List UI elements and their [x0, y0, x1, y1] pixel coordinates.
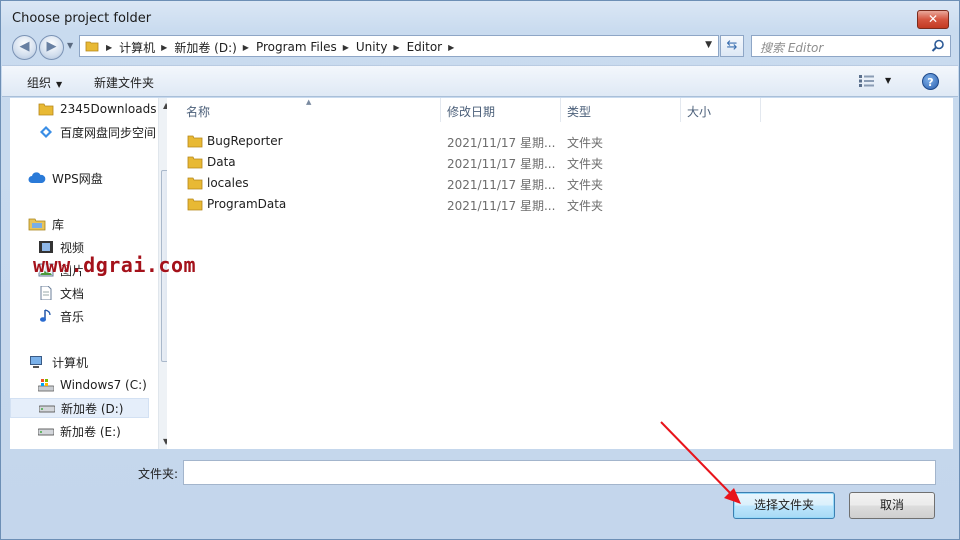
breadcrumb-drive-d[interactable]: 新加卷 (D:)	[174, 39, 236, 56]
nav-item-documents[interactable]: 文档	[38, 283, 84, 303]
view-options-dropdown[interactable]: ▼	[885, 76, 891, 85]
recent-locations-dropdown[interactable]: ▼	[67, 41, 73, 50]
music-icon	[40, 309, 51, 322]
file-type: 文件夹	[567, 199, 604, 213]
cloud-icon	[28, 172, 46, 183]
nav-item-label: Windows7 (C:)	[60, 378, 147, 392]
arrow-left-icon: ◀	[19, 39, 30, 54]
column-header-type[interactable]: 类型	[561, 98, 681, 122]
nav-item-2345downloads[interactable]: 2345Downloads	[38, 99, 156, 119]
nav-item-label: 文档	[60, 286, 85, 301]
file-date: 2021/11/17 星期...	[447, 157, 556, 171]
nav-item-computer[interactable]: 计算机	[28, 352, 88, 372]
breadcrumb-program-files[interactable]: Program Files	[256, 40, 337, 54]
nav-item-music[interactable]: 音乐	[38, 306, 84, 326]
file-date: 2021/11/17 星期...	[447, 178, 556, 192]
cancel-button[interactable]: 取消	[849, 492, 935, 519]
nav-item-label: 库	[52, 217, 65, 232]
file-date: 2021/11/17 星期...	[447, 136, 556, 150]
table-row[interactable]: ProgramData 2021/11/17 星期... 文件夹	[167, 194, 953, 215]
document-icon	[40, 286, 52, 300]
breadcrumb: ▶ 计算机 ▶ 新加卷 (D:) ▶ Program Files ▶ Unity…	[104, 39, 461, 55]
title-bar[interactable]: Choose project folder ✕	[1, 1, 959, 33]
chevron-down-icon: ▼	[56, 80, 63, 89]
nav-item-drive-d[interactable]: 新加卷 (D:)	[10, 398, 149, 418]
nav-item-baidu-sync[interactable]: 百度网盘同步空间	[38, 122, 156, 142]
back-button[interactable]: ◀	[12, 35, 37, 60]
chevron-right-icon[interactable]: ▶	[448, 43, 454, 52]
folder-icon	[38, 103, 54, 116]
refresh-button[interactable]: ⇆	[720, 35, 744, 57]
watermark-text: www.dgrai.com	[33, 253, 197, 277]
annotation-arrow	[660, 421, 741, 504]
arrow-right-icon: ▶	[46, 39, 57, 54]
library-icon	[28, 218, 46, 231]
file-type: 文件夹	[567, 178, 604, 192]
breadcrumb-unity[interactable]: Unity	[356, 40, 388, 54]
nav-item-label: WPS网盘	[52, 171, 103, 186]
address-bar[interactable]: ▶ 计算机 ▶ 新加卷 (D:) ▶ Program Files ▶ Unity…	[79, 35, 719, 57]
video-icon	[39, 241, 53, 253]
search-placeholder: 搜索 Editor	[760, 41, 824, 55]
drive-icon	[39, 405, 55, 413]
chevron-down-icon[interactable]: ▼	[705, 40, 712, 50]
search-icon[interactable]	[931, 39, 945, 53]
table-row[interactable]: Data 2021/11/17 星期... 文件夹	[167, 152, 953, 173]
chevron-right-icon[interactable]: ▶	[393, 43, 399, 52]
drive-icon	[38, 428, 54, 436]
organize-menu-button[interactable]: 组织 ▼	[27, 74, 62, 91]
close-button[interactable]: ✕	[917, 10, 949, 29]
folder-icon	[187, 177, 203, 190]
folder-icon	[187, 156, 203, 169]
dialog-window: Choose project folder ✕ ◀ ▶ ▼ ▶ 计算机 ▶ 新加…	[0, 0, 960, 540]
folder-icon	[187, 198, 203, 211]
folder-field-label: 文件夹:	[138, 467, 179, 481]
folder-field[interactable]	[183, 460, 936, 485]
column-header-size[interactable]: 大小	[681, 98, 761, 122]
nav-item-label: 2345Downloads	[60, 102, 157, 116]
file-name: ProgramData	[207, 197, 287, 211]
new-folder-button[interactable]: 新建文件夹	[94, 74, 154, 91]
chevron-right-icon[interactable]: ▶	[343, 43, 349, 52]
computer-icon	[30, 356, 42, 368]
folder-icon	[85, 41, 99, 52]
file-name: Data	[207, 155, 236, 169]
breadcrumb-editor[interactable]: Editor	[407, 40, 443, 54]
chevron-right-icon[interactable]: ▶	[243, 43, 249, 52]
nav-item-drive-e[interactable]: 新加卷 (E:)	[38, 421, 121, 441]
nav-item-label: 百度网盘同步空间	[60, 125, 157, 140]
nav-item-label: 音乐	[60, 309, 85, 324]
window-title: Choose project folder	[12, 11, 152, 26]
refresh-icon: ⇆	[726, 38, 738, 53]
column-header-date[interactable]: 修改日期	[441, 98, 561, 122]
nav-item-label: 计算机	[52, 355, 89, 370]
nav-item-drive-c[interactable]: Windows7 (C:)	[38, 375, 147, 395]
file-type: 文件夹	[567, 157, 604, 171]
forward-button[interactable]: ▶	[39, 35, 64, 60]
file-date: 2021/11/17 星期...	[447, 199, 556, 213]
file-type: 文件夹	[567, 136, 604, 150]
baidu-sync-icon	[40, 126, 52, 138]
table-row[interactable]: locales 2021/11/17 星期... 文件夹	[167, 173, 953, 194]
nav-item-libraries[interactable]: 库	[28, 214, 64, 234]
organize-label: 组织	[27, 76, 52, 90]
view-options-icon[interactable]	[859, 75, 875, 87]
system-drive-icon	[38, 379, 54, 392]
nav-item-label: 新加卷 (E:)	[60, 424, 121, 439]
file-name: locales	[207, 176, 249, 190]
file-name: BugReporter	[207, 134, 283, 148]
search-input[interactable]: 搜索 Editor	[751, 35, 951, 57]
table-row[interactable]: BugReporter 2021/11/17 星期... 文件夹	[167, 131, 953, 152]
nav-item-label: 新加卷 (D:)	[61, 401, 124, 416]
nav-item-wps-cloud[interactable]: WPS网盘	[28, 168, 103, 188]
file-list: ▲ 名称 修改日期 类型 大小 BugReporter 2021/11/17 星…	[167, 98, 953, 449]
chevron-right-icon[interactable]: ▶	[161, 43, 167, 52]
command-bar: 组织 ▼ 新建文件夹 ▼ ?	[2, 65, 958, 97]
breadcrumb-computer[interactable]: 计算机	[119, 39, 155, 56]
column-header-name[interactable]: 名称	[180, 98, 441, 122]
folder-icon	[187, 135, 203, 148]
chevron-right-icon[interactable]: ▶	[106, 43, 112, 52]
help-icon[interactable]: ?	[922, 73, 939, 90]
